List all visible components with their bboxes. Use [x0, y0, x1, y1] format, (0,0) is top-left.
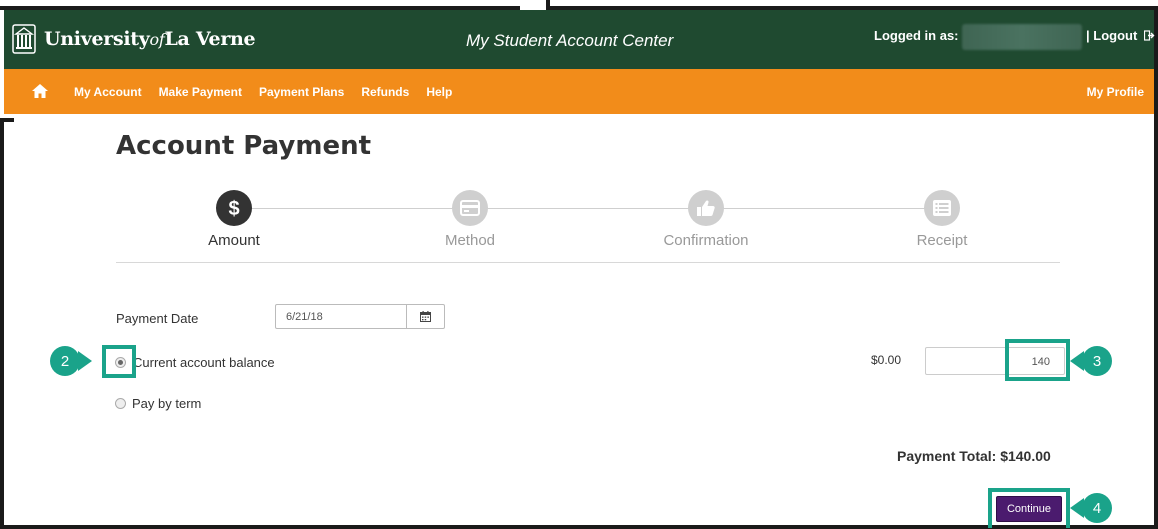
logged-in-label: Logged in as:	[874, 28, 959, 43]
step-label: Confirmation	[663, 232, 749, 249]
logout-label: | Logout	[1086, 28, 1138, 43]
dollar-icon: $	[216, 190, 252, 226]
svg-text:$: $	[228, 198, 239, 219]
logo-text-end: La Verne	[164, 28, 256, 50]
pay-by-term-label[interactable]: Pay by term	[132, 396, 201, 411]
calendar-button[interactable]	[406, 305, 444, 328]
pay-by-term-radio[interactable]	[115, 398, 126, 409]
thumbs-up-icon	[688, 190, 724, 226]
callout-arrow-icon	[78, 351, 92, 371]
nav-item-help[interactable]: Help	[426, 85, 452, 99]
step-label: Amount	[208, 232, 260, 249]
main-nav: My Account Make Payment Payment Plans Re…	[4, 69, 1154, 114]
sign-out-icon	[1143, 30, 1155, 41]
step-method: Method	[400, 190, 540, 249]
continue-button[interactable]: Continue	[996, 496, 1062, 522]
redacted-username	[962, 24, 1082, 50]
payment-date-field[interactable]: 6/21/18	[275, 304, 445, 329]
frame-gap	[520, 0, 548, 10]
step-receipt: Receipt	[872, 190, 1012, 249]
frame-tick	[546, 0, 550, 10]
balance-amount: $0.00	[871, 353, 902, 367]
nav-item-payment-plans[interactable]: Payment Plans	[259, 85, 344, 99]
step-label: Receipt	[916, 232, 968, 249]
payment-date-label: Payment Date	[116, 311, 199, 326]
step-confirmation: Confirmation	[636, 190, 776, 249]
calendar-icon	[420, 311, 431, 322]
home-icon[interactable]	[32, 84, 48, 98]
logo-text: UniversityofLa Verne	[44, 28, 256, 50]
nav-item-my-account[interactable]: My Account	[74, 85, 142, 99]
frame-border-left	[0, 122, 4, 529]
step-amount: $ Amount	[164, 190, 304, 249]
nav-item-make-payment[interactable]: Make Payment	[159, 85, 242, 99]
highlight-box-amount	[1005, 339, 1070, 381]
nav-items: My Account Make Payment Payment Plans Re…	[74, 85, 469, 99]
section-divider	[116, 262, 1060, 263]
frame-border-bottom	[0, 525, 1158, 529]
card-icon	[452, 190, 488, 226]
page-title: Account Payment	[116, 131, 372, 161]
app-title: My Student Account Center	[466, 31, 674, 50]
payment-total: Payment Total: $140.00	[897, 448, 1051, 464]
callout-number: 2	[50, 346, 80, 376]
building-columns-icon	[12, 24, 36, 54]
current-balance-label[interactable]: Current account balance	[133, 355, 275, 370]
callout-4: 4	[1070, 493, 1112, 523]
top-header: UniversityofLa Verne My Student Account …	[4, 10, 1155, 69]
university-logo[interactable]: UniversityofLa Verne	[12, 24, 256, 54]
list-icon	[924, 190, 960, 226]
callout-number: 4	[1082, 493, 1112, 523]
step-label: Method	[444, 232, 496, 249]
highlight-box-radio	[102, 345, 136, 378]
logo-text-of: of	[149, 30, 165, 49]
frame-border-right	[1154, 10, 1158, 529]
nav-item-my-profile[interactable]: My Profile	[1087, 85, 1144, 99]
logo-text-main: University	[44, 28, 150, 50]
callout-3: 3	[1070, 346, 1112, 376]
logout-link[interactable]: | Logout	[1086, 28, 1155, 43]
payment-date-value: 6/21/18	[286, 311, 323, 323]
callout-number: 3	[1082, 346, 1112, 376]
callout-2: 2	[50, 346, 92, 376]
steps-connector	[236, 208, 946, 209]
nav-item-refunds[interactable]: Refunds	[361, 85, 409, 99]
